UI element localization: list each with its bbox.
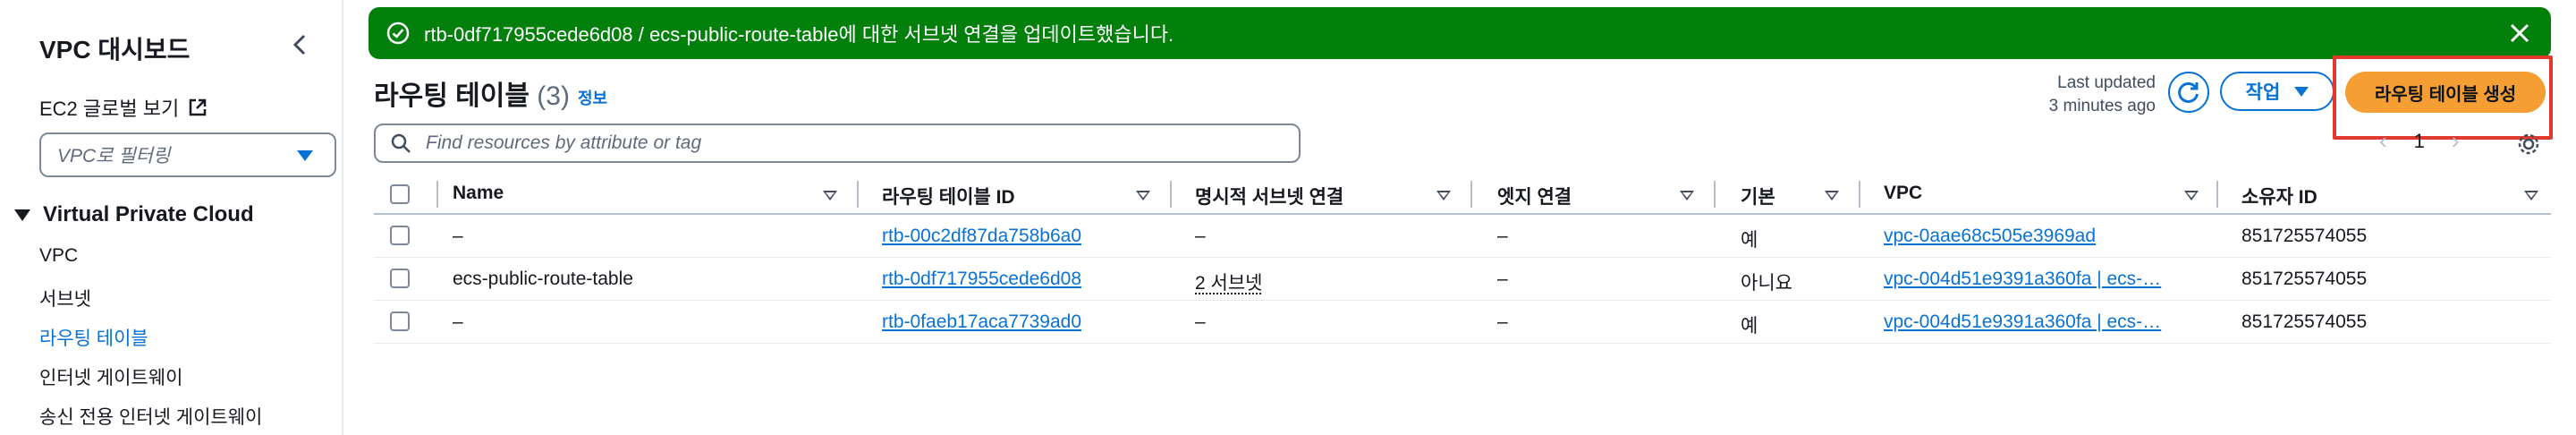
column-header-owner-id[interactable]: 소유자 ID bbox=[2241, 183, 2318, 209]
column-divider[interactable] bbox=[1859, 181, 1860, 208]
page-title-count: (3) bbox=[537, 81, 570, 111]
vpc-filter-placeholder: VPC로 필터링 bbox=[57, 146, 171, 166]
sidebar-item-egress-only-internet-gateways[interactable]: 송신 전용 인터넷 게이트웨이 bbox=[39, 403, 262, 430]
sidebar-ec2-global-view-link[interactable]: EC2 글로벌 보기 bbox=[39, 93, 208, 122]
cell-name: – bbox=[453, 311, 463, 332]
cell-main: 아니요 bbox=[1741, 273, 1792, 294]
cell-route-table-id[interactable]: rtb-00c2df87da758b6a0 bbox=[882, 226, 1081, 247]
cell-vpc[interactable]: vpc-004d51e9391a360fa | ecs-… bbox=[1884, 311, 2188, 333]
cell-main: 예 bbox=[1741, 230, 1758, 251]
success-flash-banner: rtb-0df717955cede6d08 / ecs-public-route… bbox=[369, 7, 2551, 59]
actions-dropdown-button[interactable]: 작업 bbox=[2220, 72, 2334, 111]
sidebar-title: VPC 대시보드 bbox=[39, 36, 191, 64]
sort-caret-icon[interactable] bbox=[1825, 191, 1839, 200]
column-divider[interactable] bbox=[857, 181, 859, 208]
cell-owner-id: 851725574055 bbox=[2241, 311, 2368, 332]
cell-edge: – bbox=[1497, 226, 1508, 246]
sidebar-item-vpc[interactable]: VPC bbox=[39, 245, 78, 267]
row-checkbox[interactable] bbox=[390, 311, 410, 331]
cell-edge: – bbox=[1497, 269, 1508, 289]
sidebar-item-route-tables[interactable]: 라우팅 테이블 bbox=[39, 324, 148, 351]
cell-route-table-id[interactable]: rtb-0faeb17aca7739ad0 bbox=[882, 311, 1081, 333]
cell-owner-id: 851725574055 bbox=[2241, 269, 2368, 289]
column-header-route-table-id[interactable]: 라우팅 테이블 ID bbox=[882, 183, 1015, 209]
cell-explicit-subnets[interactable]: 2 서브넷 bbox=[1195, 269, 1262, 295]
refresh-button[interactable] bbox=[2168, 72, 2209, 113]
caret-down-icon bbox=[2294, 86, 2309, 97]
column-divider[interactable] bbox=[2216, 181, 2218, 208]
page-title: 라우팅 테이블 (3) bbox=[374, 73, 570, 113]
table-row[interactable]: ecs-public-route-table rtb-0df717955cede… bbox=[374, 258, 2551, 301]
table-row[interactable]: – rtb-0faeb17aca7739ad0 – – 예 vpc-004d51… bbox=[374, 301, 2551, 344]
search-icon bbox=[391, 133, 411, 153]
column-divider[interactable] bbox=[1170, 181, 1172, 208]
external-link-icon bbox=[189, 98, 207, 116]
column-header-main[interactable]: 기본 bbox=[1741, 183, 1775, 209]
chevron-left-icon[interactable]: ‹ bbox=[2379, 127, 2387, 155]
sidebar-section-virtual-private-cloud[interactable]: Virtual Private Cloud bbox=[14, 202, 254, 227]
table-row[interactable]: – rtb-00c2df87da758b6a0 – – 예 vpc-0aae68… bbox=[374, 215, 2551, 258]
last-updated-text: Last updated 3 minutes ago bbox=[2030, 72, 2156, 118]
last-updated-label: Last updated bbox=[2057, 73, 2156, 92]
cell-vpc[interactable]: vpc-004d51e9391a360fa | ecs-… bbox=[1884, 269, 2188, 290]
gear-icon[interactable] bbox=[2515, 131, 2542, 158]
cell-name: – bbox=[453, 226, 463, 246]
ec2-global-view-label: EC2 글로벌 보기 bbox=[39, 98, 180, 120]
sidebar-section-label: Virtual Private Cloud bbox=[43, 202, 254, 226]
refresh-icon bbox=[2178, 81, 2199, 103]
sidebar: VPC 대시보드 EC2 글로벌 보기 VPC로 필터링 Virtual Pri… bbox=[0, 0, 343, 435]
cell-name: ecs-public-route-table bbox=[453, 269, 633, 289]
check-circle-icon bbox=[386, 21, 410, 45]
sort-caret-icon[interactable] bbox=[1680, 191, 1694, 200]
select-all-checkbox[interactable] bbox=[390, 184, 410, 204]
cell-explicit-subnets: – bbox=[1195, 311, 1206, 332]
close-icon[interactable] bbox=[2508, 21, 2531, 45]
create-route-table-button[interactable]: 라우팅 테이블 생성 bbox=[2345, 72, 2546, 113]
vpc-filter-select[interactable]: VPC로 필터링 bbox=[39, 132, 336, 177]
column-header-edge[interactable]: 엣지 연결 bbox=[1497, 183, 1572, 209]
cell-vpc[interactable]: vpc-0aae68c505e3969ad bbox=[1884, 226, 2188, 247]
table-header: Name 라우팅 테이블 ID 명시적 서브넷 연결 엣지 연결 기본 VPC … bbox=[374, 175, 2551, 215]
cell-owner-id: 851725574055 bbox=[2241, 226, 2368, 246]
flash-message: rtb-0df717955cede6d08 / ecs-public-route… bbox=[424, 23, 1174, 46]
column-divider[interactable] bbox=[1714, 181, 1716, 208]
caret-down-icon bbox=[14, 209, 30, 221]
search-placeholder: Find resources by attribute or tag bbox=[426, 132, 702, 153]
sidebar-item-internet-gateways[interactable]: 인터넷 게이트웨이 bbox=[39, 363, 182, 390]
column-header-vpc[interactable]: VPC bbox=[1884, 183, 1922, 204]
sort-caret-icon[interactable] bbox=[2184, 191, 2199, 200]
actions-label: 작업 bbox=[2245, 82, 2281, 103]
chevron-left-icon[interactable] bbox=[288, 32, 313, 57]
column-header-name[interactable]: Name bbox=[453, 183, 504, 204]
column-header-explicit-subnet[interactable]: 명시적 서브넷 연결 bbox=[1195, 183, 1343, 209]
cell-explicit-subnets: – bbox=[1195, 226, 1206, 246]
last-updated-time: 3 minutes ago bbox=[2048, 97, 2156, 115]
sort-caret-icon[interactable] bbox=[1436, 191, 1451, 200]
cell-route-table-id[interactable]: rtb-0df717955cede6d08 bbox=[882, 269, 1081, 290]
info-link[interactable]: 정보 bbox=[578, 86, 607, 109]
sort-caret-icon[interactable] bbox=[2524, 191, 2538, 200]
cell-main: 예 bbox=[1741, 316, 1758, 337]
column-divider[interactable] bbox=[1470, 181, 1472, 208]
sidebar-item-subnets[interactable]: 서브넷 bbox=[39, 285, 91, 311]
route-tables-table: Name 라우팅 테이블 ID 명시적 서브넷 연결 엣지 연결 기본 VPC … bbox=[374, 175, 2551, 344]
row-checkbox[interactable] bbox=[390, 226, 410, 245]
page-number[interactable]: 1 bbox=[2414, 130, 2425, 153]
sort-caret-icon[interactable] bbox=[1136, 191, 1150, 200]
search-input[interactable]: Find resources by attribute or tag bbox=[374, 124, 1301, 163]
row-checkbox[interactable] bbox=[390, 269, 410, 288]
pagination: ‹ 1 › bbox=[2379, 127, 2460, 155]
sort-caret-icon[interactable] bbox=[823, 191, 837, 200]
chevron-right-icon[interactable]: › bbox=[2452, 127, 2460, 155]
caret-down-icon bbox=[297, 150, 313, 161]
cell-edge: – bbox=[1497, 311, 1508, 332]
column-divider bbox=[436, 181, 438, 208]
page-title-text: 라우팅 테이블 bbox=[374, 81, 530, 111]
